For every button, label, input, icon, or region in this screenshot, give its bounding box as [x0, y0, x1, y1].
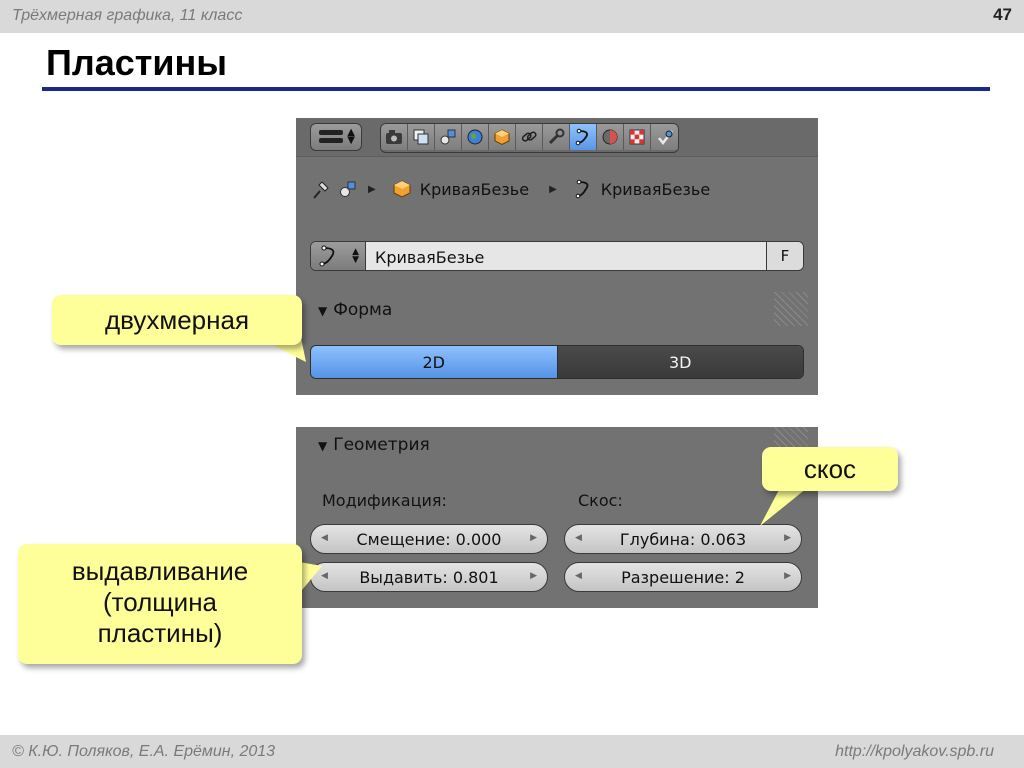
callout-extrude-line: выдавливание	[71, 556, 249, 586]
callout-extrude-line: (толщина	[102, 587, 218, 617]
callout-2d: двухмерная	[52, 295, 302, 345]
callout-extrude-line: пластины)	[97, 618, 223, 648]
callout-bevel: скос	[762, 447, 898, 491]
authors-credit: © К.Ю. Поляков, Е.А. Ерёмин, 2013	[12, 743, 276, 760]
callout-extrude: выдавливание (толщина пластины)	[18, 544, 302, 664]
site-url[interactable]: http://kpolyakov.spb.ru	[835, 743, 994, 761]
slide-footer-bar: © К.Ю. Поляков, Е.А. Ерёмин, 2013 http:/…	[0, 735, 1024, 768]
